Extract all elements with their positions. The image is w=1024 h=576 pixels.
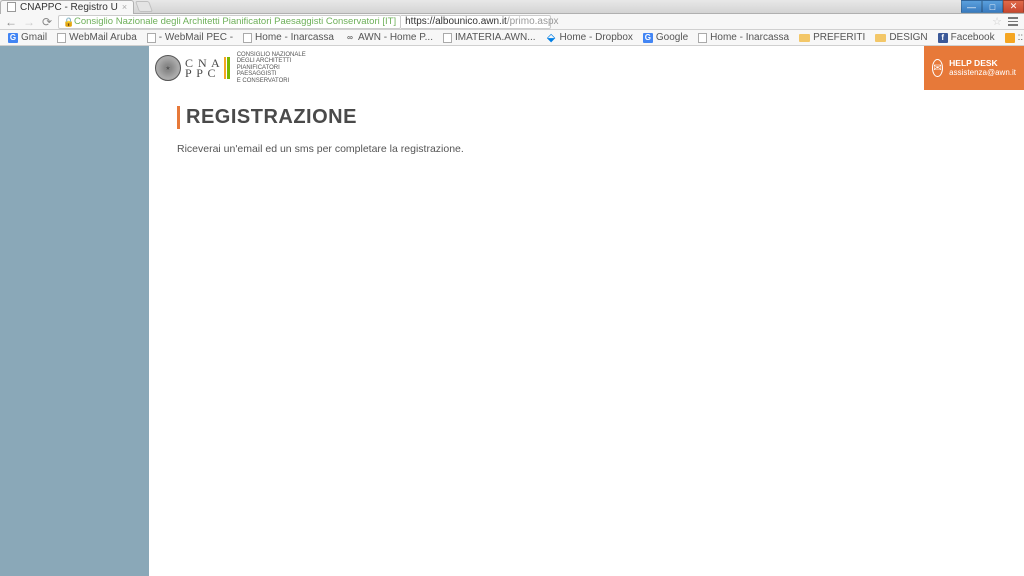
- bookmark-awn-home[interactable]: ∞AWN - Home P...: [340, 31, 437, 44]
- window-close-button[interactable]: ✕: [1003, 0, 1024, 13]
- bookmark-dropbox[interactable]: ⬙Home - Dropbox: [542, 31, 637, 44]
- browser-tab-active[interactable]: CNAPPC - Registro U ×: [0, 0, 134, 14]
- window-maximize-button[interactable]: □: [982, 0, 1003, 13]
- helpdesk-email: assistenza@awn.it: [949, 68, 1016, 77]
- bookmark-webmail-pec[interactable]: - WebMail PEC -: [143, 31, 237, 44]
- bookmark-imateria[interactable]: IMATERIA.AWN...: [439, 31, 540, 44]
- logo-line2: P P C: [185, 68, 221, 78]
- google-icon: G: [8, 33, 18, 43]
- file-icon: [443, 33, 452, 43]
- bookmarks-bar: GGmail WebMail Aruba - WebMail PEC - Hom…: [0, 30, 1024, 46]
- window-controls: — □ ✕: [961, 0, 1024, 14]
- file-icon: [57, 33, 66, 43]
- logo-bars: [224, 57, 230, 79]
- left-sidebar: [0, 46, 149, 576]
- ssl-cert-label[interactable]: 🔒 Consiglio Nazionale degli Architetti P…: [58, 15, 401, 29]
- menu-button[interactable]: [1006, 15, 1020, 29]
- logo-description: Consiglio Nazionale degli Architetti Pia…: [237, 52, 306, 85]
- folder-icon: [875, 34, 886, 42]
- main-panel: ★ C N A P P C Consiglio Nazionale degli …: [149, 46, 1024, 576]
- page-title: Registrazione: [177, 106, 996, 129]
- bookmark-home-inarcassa[interactable]: Home - Inarcassa: [239, 31, 338, 44]
- lock-icon: 🔒: [63, 17, 71, 26]
- file-icon: [147, 33, 156, 43]
- tab-title: CNAPPC - Registro U: [20, 2, 118, 13]
- cnappc-wordmark: C N A P P C: [185, 57, 230, 79]
- bookmark-webmail-aruba[interactable]: WebMail Aruba: [53, 31, 141, 44]
- helpdesk-text: Help Desk assistenza@awn.it: [949, 59, 1016, 77]
- bookmark-home-inarcassa-2[interactable]: Home - Inarcassa: [694, 31, 793, 44]
- file-icon: [243, 33, 252, 43]
- site-logo[interactable]: ★ C N A P P C Consiglio Nazionale degli …: [149, 48, 312, 89]
- page-body: Registrazione Riceverai un'email ed un s…: [149, 90, 1024, 171]
- site-topbar: ★ C N A P P C Consiglio Nazionale degli …: [149, 46, 1024, 90]
- helpdesk-title: Help Desk: [949, 59, 1016, 68]
- bookmark-wara[interactable]: :: WARA ::: [1001, 31, 1024, 44]
- back-button[interactable]: ←: [4, 15, 18, 29]
- url-input[interactable]: https://albounico.awn.it/primo.aspx: [401, 15, 551, 29]
- cert-text: Consiglio Nazionale degli Architetti Pia…: [74, 16, 396, 27]
- tab-close-icon[interactable]: ×: [122, 2, 127, 12]
- url-path: /primo.aspx: [507, 16, 559, 27]
- bookmark-preferiti[interactable]: PREFERITI: [795, 31, 869, 44]
- browser-tabs: CNAPPC - Registro U × — □ ✕: [0, 0, 1024, 14]
- window-minimize-button[interactable]: —: [961, 0, 982, 13]
- reload-button[interactable]: ⟳: [40, 15, 54, 29]
- new-tab-button[interactable]: [135, 1, 153, 12]
- bookmark-gmail[interactable]: GGmail: [4, 31, 51, 44]
- address-bar: ← → ⟳ 🔒 Consiglio Nazionale degli Archit…: [0, 14, 1024, 30]
- page-body-text: Riceverai un'email ed un sms per complet…: [177, 143, 996, 155]
- file-icon: [698, 33, 707, 43]
- seal-icon: ★: [155, 55, 181, 81]
- google-icon: G: [643, 33, 653, 43]
- wara-icon: [1005, 33, 1015, 43]
- chat-icon: ✉: [932, 59, 943, 77]
- bookmark-design[interactable]: DESIGN: [871, 31, 931, 44]
- facebook-icon: f: [938, 33, 948, 43]
- folder-icon: [799, 34, 810, 42]
- helpdesk-button[interactable]: ✉ Help Desk assistenza@awn.it: [924, 46, 1024, 90]
- forward-button: →: [22, 15, 36, 29]
- url-host: https://albounico.awn.it: [405, 16, 507, 27]
- bookmark-star-icon[interactable]: ☆: [992, 15, 1002, 28]
- content-area: ★ C N A P P C Consiglio Nazionale degli …: [0, 46, 1024, 576]
- bookmark-facebook[interactable]: fFacebook: [934, 31, 999, 44]
- awn-icon: ∞: [344, 32, 355, 43]
- dropbox-icon: ⬙: [546, 32, 557, 43]
- bookmark-google[interactable]: GGoogle: [639, 31, 692, 44]
- page-icon: [7, 2, 16, 12]
